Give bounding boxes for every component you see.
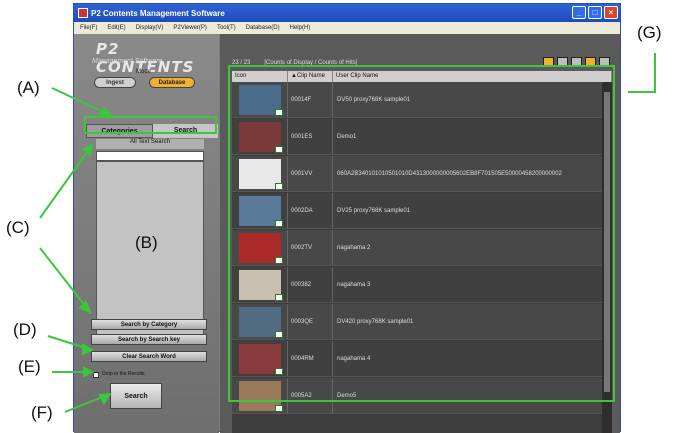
- arrow-f: [98, 392, 113, 405]
- arrow-a: [98, 106, 115, 118]
- arrow-e: [83, 366, 95, 378]
- line-c-top: [39, 144, 93, 219]
- arrow-c-bottom: [78, 300, 92, 314]
- arrow-d: [82, 343, 95, 356]
- line-c-bottom: [39, 247, 91, 313]
- line-g: [628, 53, 656, 93]
- callout-lines: [39, 53, 656, 413]
